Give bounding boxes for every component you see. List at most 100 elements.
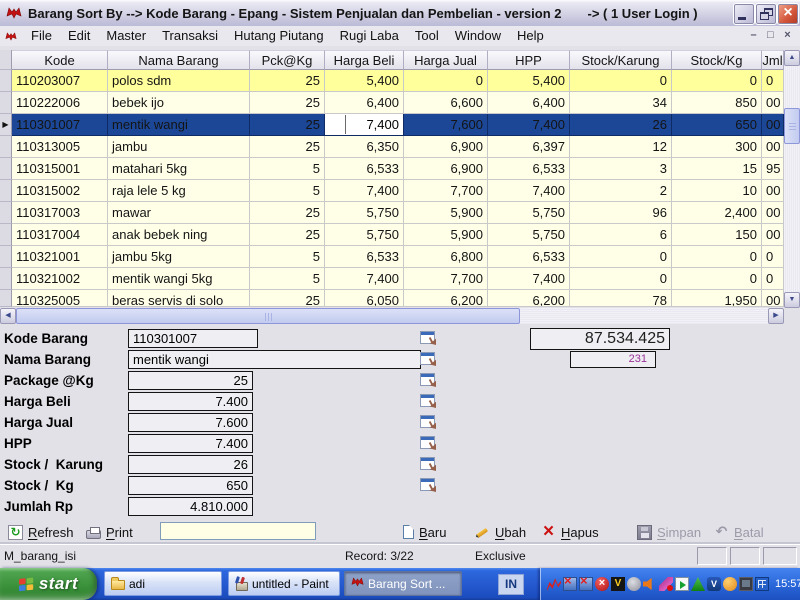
form-field-harga-beli[interactable]: 7.400 bbox=[128, 392, 253, 411]
cell-jml[interactable]: 00 bbox=[762, 92, 784, 114]
cell-pck-kg[interactable]: 25 bbox=[250, 136, 325, 158]
cell-pck-kg[interactable]: 25 bbox=[250, 92, 325, 114]
form-field-nama-barang[interactable]: mentik wangi bbox=[128, 350, 421, 369]
lookup-icon[interactable] bbox=[420, 415, 435, 428]
menu-item-file[interactable]: File bbox=[23, 26, 60, 46]
print-button[interactable]: Print bbox=[86, 522, 133, 542]
table-row[interactable]: 110317003mawar255,7505,9005,750962,40000 bbox=[0, 202, 784, 224]
cell-nama-barang[interactable]: mawar bbox=[108, 202, 250, 224]
cell-hpp[interactable]: 5,750 bbox=[488, 224, 570, 246]
cell-harga-jual[interactable]: 7,700 bbox=[404, 180, 488, 202]
cell-stock-karung[interactable]: 6 bbox=[570, 224, 672, 246]
cell-stock-kg[interactable]: 10 bbox=[672, 180, 762, 202]
column-header-jml[interactable]: Jml bbox=[762, 50, 784, 70]
cell-nama-barang[interactable]: jambu bbox=[108, 136, 250, 158]
cell-hpp[interactable]: 6,400 bbox=[488, 92, 570, 114]
search-input[interactable] bbox=[160, 522, 316, 540]
cell-stock-karung[interactable]: 12 bbox=[570, 136, 672, 158]
menu-item-help[interactable]: Help bbox=[509, 26, 552, 46]
table-row[interactable]: 110313005jambu256,3506,9006,3971230000 bbox=[0, 136, 784, 158]
cell-harga-beli[interactable]: 6,400 bbox=[325, 92, 404, 114]
cell-harga-beli[interactable]: 5,750 bbox=[325, 224, 404, 246]
cell-stock-kg[interactable]: 650 bbox=[672, 114, 762, 136]
cell-kode[interactable]: 110315001 bbox=[12, 158, 108, 180]
ball-icon[interactable] bbox=[723, 577, 737, 591]
cell-kode[interactable]: 110325005 bbox=[12, 290, 108, 307]
minimize-button[interactable] bbox=[733, 3, 755, 25]
taskbar-task-adi[interactable]: adi bbox=[104, 571, 222, 596]
cell-kode[interactable]: 110203007 bbox=[12, 70, 108, 92]
column-header-harga-jual[interactable]: Harga Jual bbox=[404, 50, 488, 70]
shield-v-icon[interactable] bbox=[707, 577, 721, 591]
cell-jml[interactable]: 00 bbox=[762, 180, 784, 202]
cell-nama-barang[interactable]: mentik wangi 5kg bbox=[108, 268, 250, 290]
table-row[interactable]: 110203007polos sdm255,40005,400000 bbox=[0, 70, 784, 92]
cell-hpp[interactable]: 7,400 bbox=[488, 180, 570, 202]
cell-jml[interactable]: 00 bbox=[762, 136, 784, 158]
cell-stock-karung[interactable]: 0 bbox=[570, 246, 672, 268]
cell-nama-barang[interactable]: bebek ijo bbox=[108, 92, 250, 114]
cell-stock-karung[interactable]: 0 bbox=[570, 70, 672, 92]
mdi-minimize-icon[interactable]: – bbox=[745, 28, 762, 43]
menu-item-edit[interactable]: Edit bbox=[60, 26, 98, 46]
cell-stock-kg[interactable]: 0 bbox=[672, 70, 762, 92]
cell-jml[interactable]: 0 bbox=[762, 70, 784, 92]
scroll-right-icon[interactable]: ▶ bbox=[768, 308, 784, 324]
cell-harga-beli[interactable]: 7,400 bbox=[325, 268, 404, 290]
cell-stock-karung[interactable]: 2 bbox=[570, 180, 672, 202]
cell-kode[interactable]: 110222006 bbox=[12, 92, 108, 114]
cell-kode[interactable]: 110317004 bbox=[12, 224, 108, 246]
cell-harga-jual[interactable]: 6,600 bbox=[404, 92, 488, 114]
table-row[interactable]: 110321001jambu 5kg56,5336,8006,533000 bbox=[0, 246, 784, 268]
cell-harga-jual[interactable]: 7,600 bbox=[404, 114, 488, 136]
table-row[interactable]: 110315001matahari 5kg56,5336,9006,533315… bbox=[0, 158, 784, 180]
cell-kode[interactable]: 110321002 bbox=[12, 268, 108, 290]
column-header-pck-kg[interactable]: Pck@Kg bbox=[250, 50, 325, 70]
restore-button[interactable] bbox=[755, 3, 777, 25]
cell-stock-kg[interactable]: 300 bbox=[672, 136, 762, 158]
form-field-jumlah-rp[interactable]: 4.810.000 bbox=[128, 497, 253, 516]
form-field-kode-barang[interactable]: 110301007 bbox=[128, 329, 258, 348]
mdi-close-icon[interactable]: × bbox=[779, 28, 796, 43]
mdi-restore-icon[interactable]: □ bbox=[762, 28, 779, 43]
form-field-harga-jual[interactable]: 7.600 bbox=[128, 413, 253, 432]
table-row[interactable]: ▶110301007mentik wangi257,4007,6007,4002… bbox=[0, 114, 784, 136]
cell-hpp[interactable]: 6,533 bbox=[488, 246, 570, 268]
lookup-icon[interactable] bbox=[420, 436, 435, 449]
column-header-stock-kg[interactable]: Stock/Kg bbox=[672, 50, 762, 70]
menu-item-hutang-piutang[interactable]: Hutang Piutang bbox=[226, 26, 332, 46]
scroll-up-icon[interactable]: ▲ bbox=[784, 50, 800, 66]
cell-stock-karung[interactable]: 26 bbox=[570, 114, 672, 136]
cell-pck-kg[interactable]: 25 bbox=[250, 290, 325, 307]
cell-harga-beli[interactable]: 6,050 bbox=[325, 290, 404, 307]
table-row[interactable]: 110325005beras servis di solo256,0506,20… bbox=[0, 290, 784, 307]
cell-kode[interactable]: 110317003 bbox=[12, 202, 108, 224]
table-row[interactable]: 110321002mentik wangi 5kg57,4007,7007,40… bbox=[0, 268, 784, 290]
close-button[interactable] bbox=[777, 3, 799, 25]
menu-item-window[interactable]: Window bbox=[447, 26, 509, 46]
column-header-stock-karung[interactable]: Stock/Karung bbox=[570, 50, 672, 70]
taskbar-task-untitled-paint[interactable]: untitled - Paint bbox=[228, 571, 340, 596]
cell-nama-barang[interactable]: matahari 5kg bbox=[108, 158, 250, 180]
cell-pck-kg[interactable]: 5 bbox=[250, 158, 325, 180]
cell-kode[interactable]: 110301007 bbox=[12, 114, 108, 136]
start-button[interactable]: start bbox=[0, 568, 97, 600]
cell-stock-karung[interactable]: 34 bbox=[570, 92, 672, 114]
network-disabled-icon[interactable] bbox=[579, 577, 593, 591]
cell-harga-jual[interactable]: 0 bbox=[404, 70, 488, 92]
horizontal-scrollbar[interactable]: ◀ ▶ bbox=[0, 308, 784, 324]
lookup-icon[interactable] bbox=[420, 478, 435, 491]
form-field-package-kg[interactable]: 25 bbox=[128, 371, 253, 390]
cell-hpp[interactable]: 5,400 bbox=[488, 70, 570, 92]
triangle-icon[interactable] bbox=[691, 577, 705, 591]
menu-item-tool[interactable]: Tool bbox=[407, 26, 447, 46]
cell-kode[interactable]: 110313005 bbox=[12, 136, 108, 158]
cell-hpp[interactable]: 6,397 bbox=[488, 136, 570, 158]
menu-item-master[interactable]: Master bbox=[98, 26, 154, 46]
hapus-button[interactable]: Hapus bbox=[541, 522, 599, 542]
cell-harga-beli[interactable]: 5,750 bbox=[325, 202, 404, 224]
cell-pck-kg[interactable]: 25 bbox=[250, 70, 325, 92]
lookup-icon[interactable] bbox=[420, 331, 435, 344]
cell-jml[interactable]: 00 bbox=[762, 114, 784, 136]
cell-kode[interactable]: 110315002 bbox=[12, 180, 108, 202]
